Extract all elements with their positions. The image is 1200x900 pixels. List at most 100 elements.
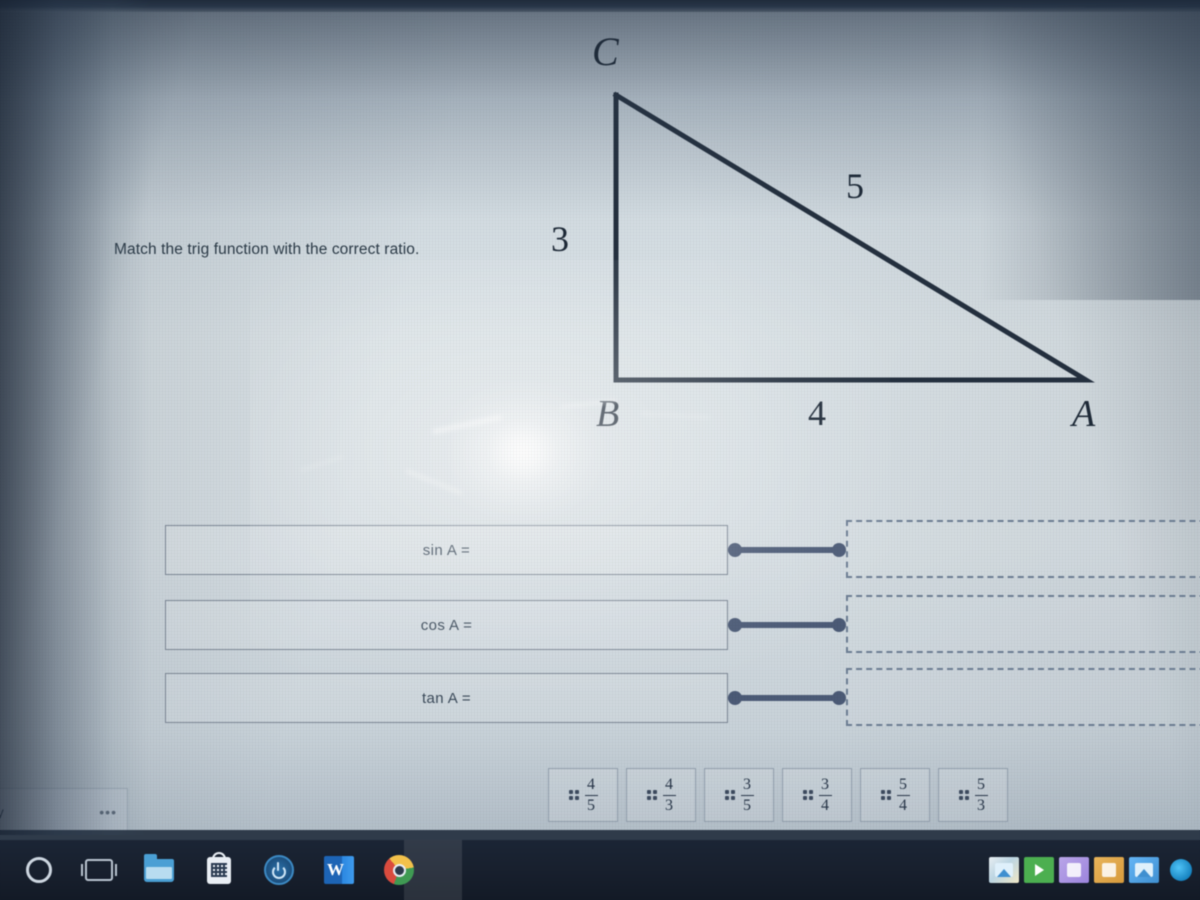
chrome-icon [384,855,414,885]
power-settings-icon [264,855,294,885]
glare-streak [432,414,502,435]
taskbar-item-chrome[interactable] [382,853,416,887]
prompt-box-label: tan A = [421,689,472,707]
answer-tile[interactable]: 5 4 [860,768,930,822]
fraction-denominator: 5 [587,796,595,814]
fraction-numerator: 3 [821,775,829,793]
drop-zone-cos[interactable] [846,595,1200,653]
connector-bar [734,695,840,701]
glare-streak [405,468,463,496]
paint-tray-icon[interactable] [1094,857,1124,883]
connector-bar [734,622,840,628]
fraction: 4 3 [662,775,676,814]
answer-tile[interactable]: 4 5 [548,768,618,822]
connector-knob-right [832,618,846,632]
answer-tile[interactable]: 4 3 [626,768,696,822]
fraction-bar [662,794,676,796]
paint-glyph-icon [1102,863,1116,877]
fraction-numerator: 3 [743,775,751,793]
fraction-bar [818,794,832,796]
prompt-box-cos[interactable]: cos A = [165,600,728,650]
fraction-numerator: 5 [899,775,907,793]
drop-zone-tan[interactable] [846,668,1200,726]
store-glyph-icon [1067,863,1081,877]
fraction-numerator: 5 [977,775,985,793]
vertex-label-a: A [1072,393,1096,435]
taskbar-item-power[interactable] [262,853,296,887]
fraction: 4 5 [584,775,598,814]
connector-knob-right [832,543,846,557]
drag-handle-dots-icon[interactable] [646,790,657,800]
play-triangle-icon [1034,864,1044,876]
play-tray-icon[interactable] [1024,857,1054,883]
image-glyph-icon [1135,863,1153,877]
taskbar-item-file-explorer[interactable] [142,853,176,887]
fraction-denominator: 4 [821,796,829,814]
edge-tray-icon[interactable] [1170,859,1192,881]
corner-widget-label: py [0,804,4,820]
answer-tile[interactable]: 5 3 [938,768,1008,822]
drag-handle-dots-icon[interactable] [802,790,813,800]
fraction-denominator: 3 [977,796,985,814]
taskbar-item-store[interactable] [202,851,236,887]
fraction-bar [740,794,754,796]
match-row: tan A = [0,668,1200,726]
fraction: 5 3 [974,775,988,814]
fraction-denominator: 4 [899,796,907,814]
fraction-denominator: 5 [743,796,751,814]
fraction: 5 4 [896,775,910,814]
fraction-numerator: 4 [587,775,595,793]
side-label-hypotenuse: 5 [846,166,864,206]
photos-tray-icon[interactable] [989,857,1019,883]
fraction: 3 4 [818,775,832,814]
taskbar-items: W [0,851,416,887]
taskbar-tray [989,840,1200,900]
match-connector[interactable] [728,691,846,705]
connector-bar [734,547,840,553]
answer-tile-tray: 4 5 4 3 3 5 3 4 5 4 5 3 [548,768,1018,824]
drag-handle-dots-icon[interactable] [568,790,579,800]
answer-tile[interactable]: 3 4 [782,768,852,822]
vertex-label-b: B [596,393,620,435]
photo-top-edge [0,0,1200,12]
triangle-svg [612,91,1095,383]
browser-page-screen: Match the trig function with the correct… [0,10,1200,830]
fraction-denominator: 3 [665,796,673,814]
match-row: sin A = [0,520,1200,578]
side-label-vertical: 3 [551,219,569,259]
match-connector[interactable] [728,543,846,557]
fraction-bar [584,794,598,796]
microsoft-store-icon [207,851,231,884]
taskbar-item-word[interactable]: W [322,853,356,887]
file-explorer-icon [144,853,174,882]
fraction: 3 5 [740,775,754,814]
windows-taskbar: W [0,840,1200,900]
triangle-figure [520,24,1160,454]
drag-handle-dots-icon[interactable] [724,790,735,800]
laptop-screen-photo: Match the trig function with the correct… [0,0,1200,900]
drag-handle-dots-icon[interactable] [880,790,891,800]
match-connector[interactable] [728,618,846,632]
taskbar-item-cortana[interactable] [22,853,56,887]
fraction-numerator: 4 [665,775,673,793]
connector-knob-right [832,691,846,705]
side-label-horizontal: 4 [808,393,826,433]
corner-widget[interactable]: py ••• [0,788,128,830]
drag-handle-dots-icon[interactable] [958,790,969,800]
image-tray-icon[interactable] [1129,857,1159,883]
overflow-menu-icon[interactable]: ••• [99,804,117,820]
fraction-bar [896,794,910,796]
cortana-icon [26,857,52,883]
store-tray-icon[interactable] [1059,857,1089,883]
prompt-box-tan[interactable]: tan A = [165,673,728,723]
answer-tile[interactable]: 3 5 [704,768,774,822]
taskbar-item-task-view[interactable] [81,853,117,887]
prompt-box-label: cos A = [420,616,473,634]
vertex-label-c: C [592,29,619,74]
drop-zone-sin[interactable] [846,520,1200,578]
fraction-bar [974,794,988,796]
prompt-box-sin[interactable]: sin A = [165,525,728,575]
task-view-icon [81,859,117,881]
picture-glyph-icon [995,863,1013,877]
match-row: cos A = [0,595,1200,653]
